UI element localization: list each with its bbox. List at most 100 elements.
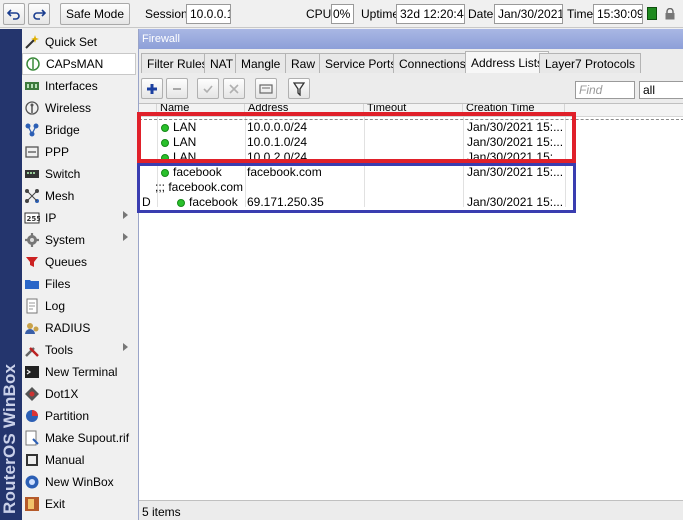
sidebar-item-system[interactable]: System <box>22 229 136 251</box>
sidebar-item-tools[interactable]: Tools <box>22 339 136 361</box>
sidebar-item-label: Bridge <box>45 123 80 137</box>
comment-icon <box>259 83 273 94</box>
tab-connections[interactable]: Connections <box>393 53 472 73</box>
session-field[interactable]: 10.0.0.1 <box>186 4 231 24</box>
ip-icon: 255 <box>24 210 40 226</box>
sidebar-item-new-winbox[interactable]: New WinBox <box>22 471 136 493</box>
sidebar-item-log[interactable]: Log <box>22 295 136 317</box>
submenu-arrow-icon <box>123 343 128 351</box>
table-row[interactable]: LAN 10.0.1.0/24 Jan/30/2021 15:... <box>139 135 683 150</box>
row-name: facebook <box>177 195 245 210</box>
disable-button[interactable] <box>223 78 245 99</box>
row-name: LAN <box>161 120 245 135</box>
tab-address-lists[interactable]: Address Lists <box>465 51 550 73</box>
sidebar-item-label: System <box>45 233 86 247</box>
interfaces-icon <box>24 78 40 94</box>
terminal-icon <box>24 364 40 380</box>
col-creation-time[interactable]: Creation Time <box>463 104 565 116</box>
sidebar-item-ppp[interactable]: PPP <box>22 141 136 163</box>
sidebar-item-label: Log <box>45 299 66 313</box>
sidebar-item-label: Files <box>45 277 71 291</box>
check-icon <box>203 84 213 93</box>
redo-button[interactable] <box>28 3 50 25</box>
row-timeout <box>366 135 462 150</box>
row-name: LAN <box>161 135 245 150</box>
lock-icon <box>664 7 676 20</box>
sidebar-item-label: PPP <box>45 145 70 159</box>
filter-select[interactable]: all <box>639 81 683 99</box>
sidebar-item-interfaces[interactable]: Interfaces <box>22 75 136 97</box>
tab-mangle[interactable]: Mangle <box>235 53 287 73</box>
sidebar-item-radius[interactable]: RADIUS <box>22 317 136 339</box>
filter-button[interactable] <box>288 78 310 99</box>
safe-mode-button[interactable]: Safe Mode <box>60 3 130 25</box>
sidebar-item-label: Dot1X <box>45 387 79 401</box>
row-creation-time: Jan/30/2021 15:... <box>467 150 564 164</box>
sidebar-item-label: RADIUS <box>45 321 91 335</box>
tab-raw[interactable]: Raw <box>285 53 322 73</box>
sidebar-item-manual[interactable]: Manual <box>22 449 136 471</box>
supout-icon <box>24 430 40 446</box>
row-flag <box>142 165 156 180</box>
tab-service-ports[interactable]: Service Ports <box>319 53 403 73</box>
table-row-comment[interactable]: ;;; facebook.com <box>139 180 683 195</box>
plus-icon <box>147 83 157 94</box>
table-row[interactable]: facebook facebook.com Jan/30/2021 15:... <box>139 165 683 180</box>
antenna-icon <box>25 56 41 72</box>
sidebar-item-wireless[interactable]: Wireless <box>22 97 136 119</box>
uptime-field: 32d 12:20:44 <box>396 4 465 24</box>
battery-icon <box>647 7 657 20</box>
sidebar-item-label: Mesh <box>45 189 75 203</box>
sidebar-item-exit[interactable]: Exit <box>22 493 136 515</box>
enabled-dot-icon <box>177 199 185 207</box>
gear-icon <box>24 232 40 248</box>
sidebar-item-ip[interactable]: 255 IP <box>22 207 136 229</box>
sidebar-item-make-supout[interactable]: Make Supout.rif <box>22 427 136 449</box>
comment-button[interactable] <box>255 78 277 99</box>
sidebar-item-dot1x[interactable]: Dot1X <box>22 383 136 405</box>
log-icon <box>24 298 40 314</box>
tools-icon <box>24 342 40 358</box>
table-row[interactable]: D facebook 69.171.250.35 Jan/30/2021 15:… <box>139 195 683 210</box>
table-row[interactable]: LAN 10.0.2.0/24 Jan/30/2021 15:... <box>139 150 683 165</box>
sidebar-item-capsman[interactable]: CAPsMAN <box>22 53 136 75</box>
sidebar-item-partition[interactable]: Partition <box>22 405 136 427</box>
submenu-arrow-icon <box>123 211 128 219</box>
date-field: Jan/30/2021 <box>494 4 563 24</box>
sidebar-item-switch[interactable]: Switch <box>22 163 136 185</box>
bridge-icon <box>24 122 40 138</box>
undo-button[interactable] <box>3 3 25 25</box>
window-title[interactable]: Firewall <box>139 29 683 49</box>
tab-layer7-protocols[interactable]: Layer7 Protocols <box>539 53 642 73</box>
find-input[interactable]: Find <box>575 81 635 99</box>
remove-button[interactable] <box>166 78 188 99</box>
sidebar-menu: Quick Set CAPsMAN Interfaces Wireless Br… <box>22 30 136 520</box>
table-row[interactable]: LAN 10.0.0.0/24 Jan/30/2021 15:... <box>139 119 683 134</box>
submenu-arrow-icon <box>123 233 128 241</box>
tab-nat[interactable]: NAT <box>204 53 240 73</box>
sidebar-item-new-terminal[interactable]: New Terminal <box>22 361 136 383</box>
col-timeout[interactable]: Timeout <box>364 104 463 116</box>
sidebar-item-bridge[interactable]: Bridge <box>22 119 136 141</box>
sidebar-item-label: New WinBox <box>45 475 114 489</box>
tab-filter-rules[interactable]: Filter Rules <box>141 53 214 73</box>
col-name[interactable]: Name <box>157 104 245 116</box>
session-label: Session: <box>145 7 192 21</box>
sidebar-item-label: Interfaces <box>45 79 98 93</box>
switch-icon <box>24 166 40 182</box>
add-button[interactable] <box>141 78 163 99</box>
sidebar-item-queues[interactable]: Queues <box>22 251 136 273</box>
col-spacer <box>565 104 683 116</box>
sidebar-item-files[interactable]: Files <box>22 273 136 295</box>
row-address: 10.0.0.0/24 <box>247 120 308 134</box>
sidebar-item-label: IP <box>45 211 57 225</box>
address-list-table: Name Address Timeout Creation Time LAN 1… <box>139 103 683 501</box>
sidebar-item-mesh[interactable]: Mesh <box>22 185 136 207</box>
enable-button[interactable] <box>197 78 219 99</box>
col-address[interactable]: Address <box>245 104 364 116</box>
sidebar-item-quick-set[interactable]: Quick Set <box>22 31 136 53</box>
row-address: 69.171.250.35 <box>247 195 324 209</box>
col-flag[interactable] <box>139 104 157 116</box>
row-timeout <box>366 120 462 135</box>
enabled-dot-icon <box>161 139 169 147</box>
